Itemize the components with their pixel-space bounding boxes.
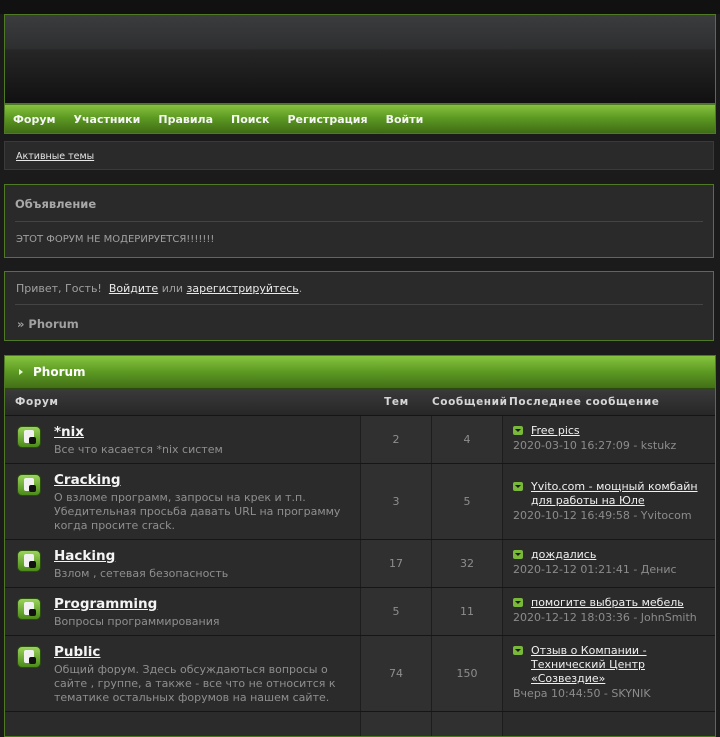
category-title: Phorum: [33, 365, 86, 379]
forum-cell: Hacking Взлом , сетевая безопасность: [5, 540, 361, 587]
posts-count: 150: [432, 636, 503, 711]
forum-cell: Programming Вопросы программирования: [5, 588, 361, 635]
last-post-meta: 2020-12-12 18:03:36 - JohnSmith: [513, 611, 697, 624]
go-to-post-icon[interactable]: [513, 598, 523, 607]
posts-count: 11: [432, 588, 503, 635]
forum-row: *nix Все что касается *nix систем 2 4 Fr…: [5, 416, 715, 464]
forum-description: Взлом , сетевая безопасность: [54, 567, 229, 580]
nav-forum[interactable]: Форум: [13, 113, 56, 126]
forum-cell: *nix Все что касается *nix систем: [5, 416, 361, 463]
go-to-post-icon[interactable]: [513, 550, 523, 559]
last-post-link[interactable]: Free pics: [531, 424, 580, 438]
forum-name-link[interactable]: Hacking: [54, 548, 115, 564]
last-post-cell: Free pics 2020-03-10 16:27:09 - kstukz: [503, 416, 715, 463]
register-link[interactable]: зарегистрируйтесь: [187, 282, 299, 295]
go-to-post-icon[interactable]: [513, 426, 523, 435]
collapse-arrow-icon[interactable]: [19, 369, 23, 375]
top-strip: [0, 0, 720, 14]
last-post-link[interactable]: дождались: [531, 548, 596, 562]
last-post-cell: помогите выбрать мебель 2020-12-12 18:03…: [503, 588, 715, 635]
active-topics-link[interactable]: Активные темы: [16, 151, 94, 162]
forum-icon: [17, 550, 41, 572]
topics-count: 2: [361, 416, 432, 463]
forum-row: Public Общий форум. Здесь обсуждаються в…: [5, 636, 715, 712]
announcement-body: ЭТОТ ФОРУМ НЕ МОДЕРИРУЕТСЯ!!!!!!!: [16, 234, 215, 245]
forum-name-link[interactable]: Programming: [54, 596, 157, 612]
category-header[interactable]: Phorum: [5, 356, 715, 389]
announcement-panel: Объявление ЭТОТ ФОРУМ НЕ МОДЕРИРУЕТСЯ!!!…: [4, 184, 714, 258]
welcome-panel: Привет, Гость! Войдите или зарегистрируй…: [4, 271, 714, 341]
breadcrumb[interactable]: » Phorum: [17, 317, 79, 331]
last-post-link[interactable]: помогите выбрать мебель: [531, 596, 684, 610]
forum-row: Cracking О взломе программ, запросы на к…: [5, 464, 715, 540]
posts-count: 32: [432, 540, 503, 587]
posts-count: [432, 712, 503, 736]
forum-description: Вопросы программирования: [54, 615, 220, 628]
last-post-meta: 2020-03-10 16:27:09 - kstukz: [513, 439, 677, 452]
forum-description: Общий форум. Здесь обсуждаються вопросы …: [54, 663, 336, 704]
last-post-cell: [503, 712, 715, 736]
nav-members[interactable]: Участники: [74, 113, 141, 126]
last-post-cell: Отзыв о Компании - Технический Центр «Со…: [503, 636, 715, 711]
column-headers: Форум Тем Сообщений Последнее сообщение: [5, 389, 715, 416]
forum-cell: Public Общий форум. Здесь обсуждаються в…: [5, 636, 361, 711]
posts-count: 5: [432, 464, 503, 539]
forum-icon: [17, 426, 41, 448]
nav-register[interactable]: Регистрация: [287, 113, 367, 126]
forum-name-link[interactable]: Public: [54, 644, 100, 660]
forum-row: Programming Вопросы программирования 5 1…: [5, 588, 715, 636]
announcement-title: Объявление: [15, 197, 97, 211]
or-text: или: [161, 282, 184, 295]
forum-description: О взломе программ, запросы на крек и т.п…: [54, 491, 341, 532]
nav-rules[interactable]: Правила: [158, 113, 213, 126]
last-post-link[interactable]: Отзыв о Компании - Технический Центр «Со…: [531, 644, 709, 686]
go-to-post-icon[interactable]: [513, 646, 523, 655]
period-text: .: [298, 282, 303, 295]
posts-count: 4: [432, 416, 503, 463]
topics-count: 3: [361, 464, 432, 539]
topics-count: 74: [361, 636, 432, 711]
last-post-cell: Yvito.com - мощный комбайн для работы на…: [503, 464, 715, 539]
go-to-post-icon[interactable]: [513, 482, 523, 491]
divider: [15, 221, 703, 222]
divider: [15, 304, 703, 305]
col-forum: Форум: [15, 396, 59, 408]
forum-cell: [5, 712, 361, 736]
topics-count: 17: [361, 540, 432, 587]
col-topics: Тем: [384, 396, 409, 408]
forum-name-link[interactable]: Cracking: [54, 472, 121, 488]
col-posts: Сообщений: [432, 396, 508, 408]
last-post-meta: Вчера 10:44:50 - SKYNIK: [513, 687, 651, 700]
forum-icon: [17, 646, 41, 668]
forum-icon: [17, 598, 41, 620]
last-post-cell: дождались 2020-12-12 01:21:41 - Денис: [503, 540, 715, 587]
forum-row-partial: [5, 712, 715, 736]
login-link[interactable]: Войдите: [109, 282, 158, 295]
greeting-text: Привет, Гость!: [16, 282, 102, 295]
forum-category-board: Phorum Форум Тем Сообщений Последнее соо…: [4, 355, 716, 737]
main-nav: Форум Участники Правила Поиск Регистраци…: [4, 104, 716, 134]
forum-cell: Cracking О взломе программ, запросы на к…: [5, 464, 361, 539]
topics-count: 5: [361, 588, 432, 635]
forum-description: Все что касается *nix систем: [54, 443, 223, 456]
topics-count: [361, 712, 432, 736]
last-post-meta: 2020-12-12 01:21:41 - Денис: [513, 563, 677, 576]
welcome-line: Привет, Гость! Войдите или зарегистрируй…: [16, 282, 302, 295]
forum-name-link[interactable]: *nix: [54, 424, 84, 440]
last-post-meta: 2020-10-12 16:49:58 - Yvitocom: [513, 509, 692, 522]
active-topics-bar: Активные темы: [4, 141, 714, 170]
last-post-link[interactable]: Yvito.com - мощный комбайн для работы на…: [531, 480, 709, 508]
nav-login[interactable]: Войти: [386, 113, 424, 126]
forum-icon: [17, 474, 41, 496]
site-header-banner: [4, 14, 716, 104]
forum-row: Hacking Взлом , сетевая безопасность 17 …: [5, 540, 715, 588]
nav-search[interactable]: Поиск: [231, 113, 269, 126]
col-last-post: Последнее сообщение: [509, 396, 660, 408]
